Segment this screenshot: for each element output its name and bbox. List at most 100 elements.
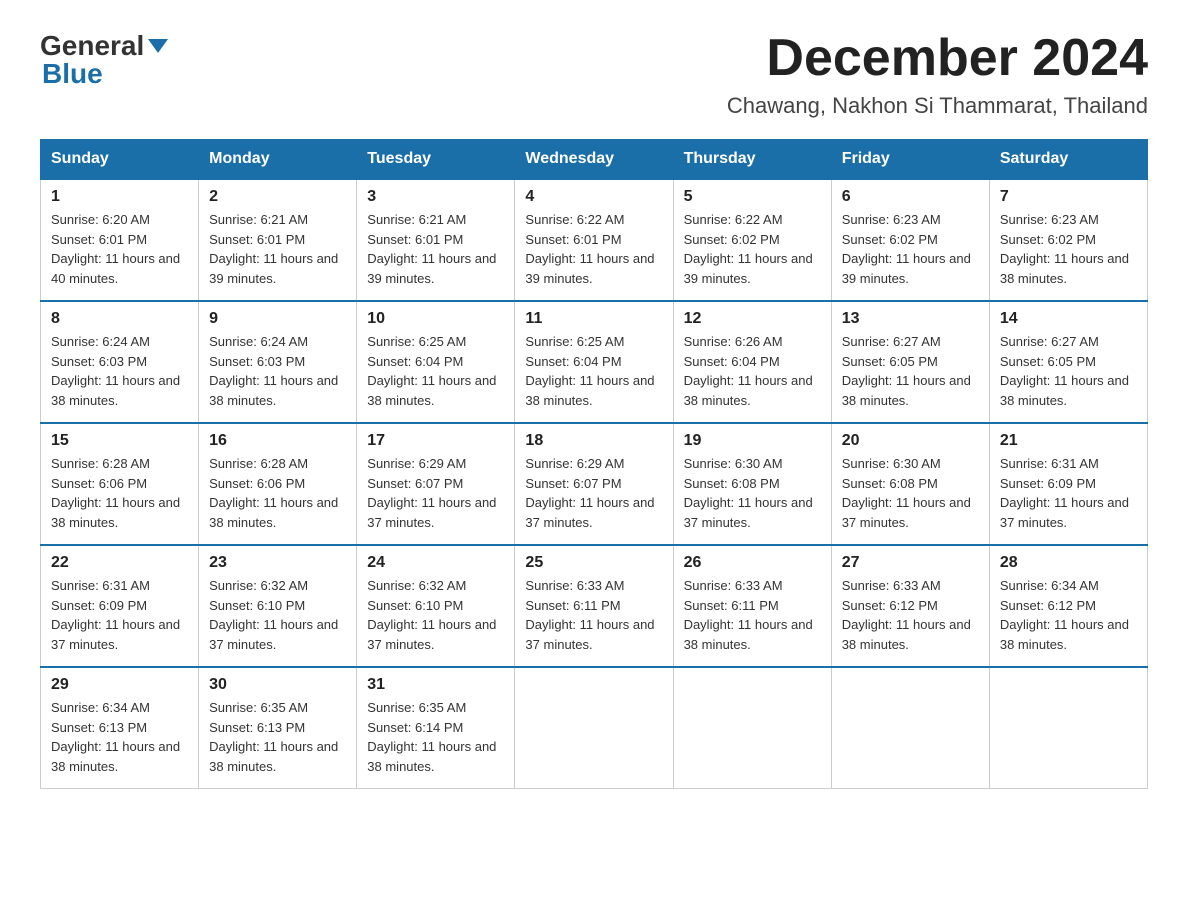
calendar-cell: 17 Sunrise: 6:29 AMSunset: 6:07 PMDaylig… xyxy=(357,423,515,545)
page-header: General Blue December 2024 Chawang, Nakh… xyxy=(40,30,1148,119)
day-info: Sunrise: 6:32 AMSunset: 6:10 PMDaylight:… xyxy=(209,576,346,654)
calendar-cell: 26 Sunrise: 6:33 AMSunset: 6:11 PMDaylig… xyxy=(673,545,831,667)
day-number: 25 xyxy=(525,554,662,572)
day-info: Sunrise: 6:20 AMSunset: 6:01 PMDaylight:… xyxy=(51,210,188,288)
calendar-cell: 18 Sunrise: 6:29 AMSunset: 6:07 PMDaylig… xyxy=(515,423,673,545)
weekday-header-sunday: Sunday xyxy=(41,140,199,180)
calendar-cell: 22 Sunrise: 6:31 AMSunset: 6:09 PMDaylig… xyxy=(41,545,199,667)
weekday-header-friday: Friday xyxy=(831,140,989,180)
month-title: December 2024 xyxy=(727,30,1148,87)
calendar-cell: 15 Sunrise: 6:28 AMSunset: 6:06 PMDaylig… xyxy=(41,423,199,545)
calendar-cell: 11 Sunrise: 6:25 AMSunset: 6:04 PMDaylig… xyxy=(515,301,673,423)
calendar-cell: 7 Sunrise: 6:23 AMSunset: 6:02 PMDayligh… xyxy=(989,179,1147,301)
day-info: Sunrise: 6:27 AMSunset: 6:05 PMDaylight:… xyxy=(1000,332,1137,410)
day-number: 2 xyxy=(209,188,346,206)
calendar-cell: 14 Sunrise: 6:27 AMSunset: 6:05 PMDaylig… xyxy=(989,301,1147,423)
calendar-cell: 2 Sunrise: 6:21 AMSunset: 6:01 PMDayligh… xyxy=(199,179,357,301)
day-info: Sunrise: 6:27 AMSunset: 6:05 PMDaylight:… xyxy=(842,332,979,410)
day-info: Sunrise: 6:35 AMSunset: 6:14 PMDaylight:… xyxy=(367,698,504,776)
day-number: 21 xyxy=(1000,432,1137,450)
calendar-cell xyxy=(989,667,1147,789)
day-info: Sunrise: 6:34 AMSunset: 6:12 PMDaylight:… xyxy=(1000,576,1137,654)
day-number: 5 xyxy=(684,188,821,206)
calendar-cell: 3 Sunrise: 6:21 AMSunset: 6:01 PMDayligh… xyxy=(357,179,515,301)
calendar-cell: 30 Sunrise: 6:35 AMSunset: 6:13 PMDaylig… xyxy=(199,667,357,789)
day-number: 28 xyxy=(1000,554,1137,572)
calendar-week-row: 8 Sunrise: 6:24 AMSunset: 6:03 PMDayligh… xyxy=(41,301,1148,423)
calendar-cell xyxy=(673,667,831,789)
title-section: December 2024 Chawang, Nakhon Si Thammar… xyxy=(727,30,1148,119)
day-number: 11 xyxy=(525,310,662,328)
day-info: Sunrise: 6:24 AMSunset: 6:03 PMDaylight:… xyxy=(51,332,188,410)
calendar-cell: 24 Sunrise: 6:32 AMSunset: 6:10 PMDaylig… xyxy=(357,545,515,667)
day-info: Sunrise: 6:28 AMSunset: 6:06 PMDaylight:… xyxy=(51,454,188,532)
calendar-cell: 20 Sunrise: 6:30 AMSunset: 6:08 PMDaylig… xyxy=(831,423,989,545)
calendar-cell: 5 Sunrise: 6:22 AMSunset: 6:02 PMDayligh… xyxy=(673,179,831,301)
day-number: 1 xyxy=(51,188,188,206)
day-number: 29 xyxy=(51,676,188,694)
day-number: 31 xyxy=(367,676,504,694)
calendar-cell: 23 Sunrise: 6:32 AMSunset: 6:10 PMDaylig… xyxy=(199,545,357,667)
calendar-cell: 16 Sunrise: 6:28 AMSunset: 6:06 PMDaylig… xyxy=(199,423,357,545)
calendar-week-row: 1 Sunrise: 6:20 AMSunset: 6:01 PMDayligh… xyxy=(41,179,1148,301)
day-number: 24 xyxy=(367,554,504,572)
calendar-cell: 4 Sunrise: 6:22 AMSunset: 6:01 PMDayligh… xyxy=(515,179,673,301)
calendar-cell: 29 Sunrise: 6:34 AMSunset: 6:13 PMDaylig… xyxy=(41,667,199,789)
day-number: 22 xyxy=(51,554,188,572)
logo: General Blue xyxy=(40,30,168,90)
day-info: Sunrise: 6:29 AMSunset: 6:07 PMDaylight:… xyxy=(367,454,504,532)
day-info: Sunrise: 6:21 AMSunset: 6:01 PMDaylight:… xyxy=(367,210,504,288)
day-number: 13 xyxy=(842,310,979,328)
day-number: 15 xyxy=(51,432,188,450)
day-number: 10 xyxy=(367,310,504,328)
calendar-cell: 10 Sunrise: 6:25 AMSunset: 6:04 PMDaylig… xyxy=(357,301,515,423)
day-number: 30 xyxy=(209,676,346,694)
day-info: Sunrise: 6:30 AMSunset: 6:08 PMDaylight:… xyxy=(684,454,821,532)
day-number: 3 xyxy=(367,188,504,206)
day-info: Sunrise: 6:29 AMSunset: 6:07 PMDaylight:… xyxy=(525,454,662,532)
day-info: Sunrise: 6:23 AMSunset: 6:02 PMDaylight:… xyxy=(842,210,979,288)
calendar-cell: 28 Sunrise: 6:34 AMSunset: 6:12 PMDaylig… xyxy=(989,545,1147,667)
day-info: Sunrise: 6:21 AMSunset: 6:01 PMDaylight:… xyxy=(209,210,346,288)
day-info: Sunrise: 6:33 AMSunset: 6:11 PMDaylight:… xyxy=(525,576,662,654)
day-info: Sunrise: 6:31 AMSunset: 6:09 PMDaylight:… xyxy=(51,576,188,654)
day-number: 26 xyxy=(684,554,821,572)
day-info: Sunrise: 6:24 AMSunset: 6:03 PMDaylight:… xyxy=(209,332,346,410)
location-title: Chawang, Nakhon Si Thammarat, Thailand xyxy=(727,93,1148,119)
calendar-week-row: 15 Sunrise: 6:28 AMSunset: 6:06 PMDaylig… xyxy=(41,423,1148,545)
day-number: 7 xyxy=(1000,188,1137,206)
day-number: 16 xyxy=(209,432,346,450)
day-number: 8 xyxy=(51,310,188,328)
weekday-header-tuesday: Tuesday xyxy=(357,140,515,180)
day-info: Sunrise: 6:33 AMSunset: 6:12 PMDaylight:… xyxy=(842,576,979,654)
calendar-week-row: 22 Sunrise: 6:31 AMSunset: 6:09 PMDaylig… xyxy=(41,545,1148,667)
day-number: 17 xyxy=(367,432,504,450)
calendar-cell: 8 Sunrise: 6:24 AMSunset: 6:03 PMDayligh… xyxy=(41,301,199,423)
day-info: Sunrise: 6:31 AMSunset: 6:09 PMDaylight:… xyxy=(1000,454,1137,532)
calendar-cell: 13 Sunrise: 6:27 AMSunset: 6:05 PMDaylig… xyxy=(831,301,989,423)
calendar-week-row: 29 Sunrise: 6:34 AMSunset: 6:13 PMDaylig… xyxy=(41,667,1148,789)
day-number: 27 xyxy=(842,554,979,572)
calendar-cell: 31 Sunrise: 6:35 AMSunset: 6:14 PMDaylig… xyxy=(357,667,515,789)
logo-blue-text: Blue xyxy=(40,58,103,90)
day-number: 9 xyxy=(209,310,346,328)
day-info: Sunrise: 6:32 AMSunset: 6:10 PMDaylight:… xyxy=(367,576,504,654)
day-info: Sunrise: 6:34 AMSunset: 6:13 PMDaylight:… xyxy=(51,698,188,776)
weekday-header-wednesday: Wednesday xyxy=(515,140,673,180)
day-info: Sunrise: 6:23 AMSunset: 6:02 PMDaylight:… xyxy=(1000,210,1137,288)
calendar-cell: 27 Sunrise: 6:33 AMSunset: 6:12 PMDaylig… xyxy=(831,545,989,667)
day-info: Sunrise: 6:22 AMSunset: 6:02 PMDaylight:… xyxy=(684,210,821,288)
weekday-header-monday: Monday xyxy=(199,140,357,180)
calendar-cell xyxy=(831,667,989,789)
calendar-cell xyxy=(515,667,673,789)
day-number: 6 xyxy=(842,188,979,206)
day-number: 20 xyxy=(842,432,979,450)
calendar-table: SundayMondayTuesdayWednesdayThursdayFrid… xyxy=(40,139,1148,789)
day-info: Sunrise: 6:30 AMSunset: 6:08 PMDaylight:… xyxy=(842,454,979,532)
day-number: 19 xyxy=(684,432,821,450)
calendar-cell: 1 Sunrise: 6:20 AMSunset: 6:01 PMDayligh… xyxy=(41,179,199,301)
day-info: Sunrise: 6:28 AMSunset: 6:06 PMDaylight:… xyxy=(209,454,346,532)
logo-arrow-icon xyxy=(148,39,168,53)
day-number: 12 xyxy=(684,310,821,328)
calendar-cell: 25 Sunrise: 6:33 AMSunset: 6:11 PMDaylig… xyxy=(515,545,673,667)
